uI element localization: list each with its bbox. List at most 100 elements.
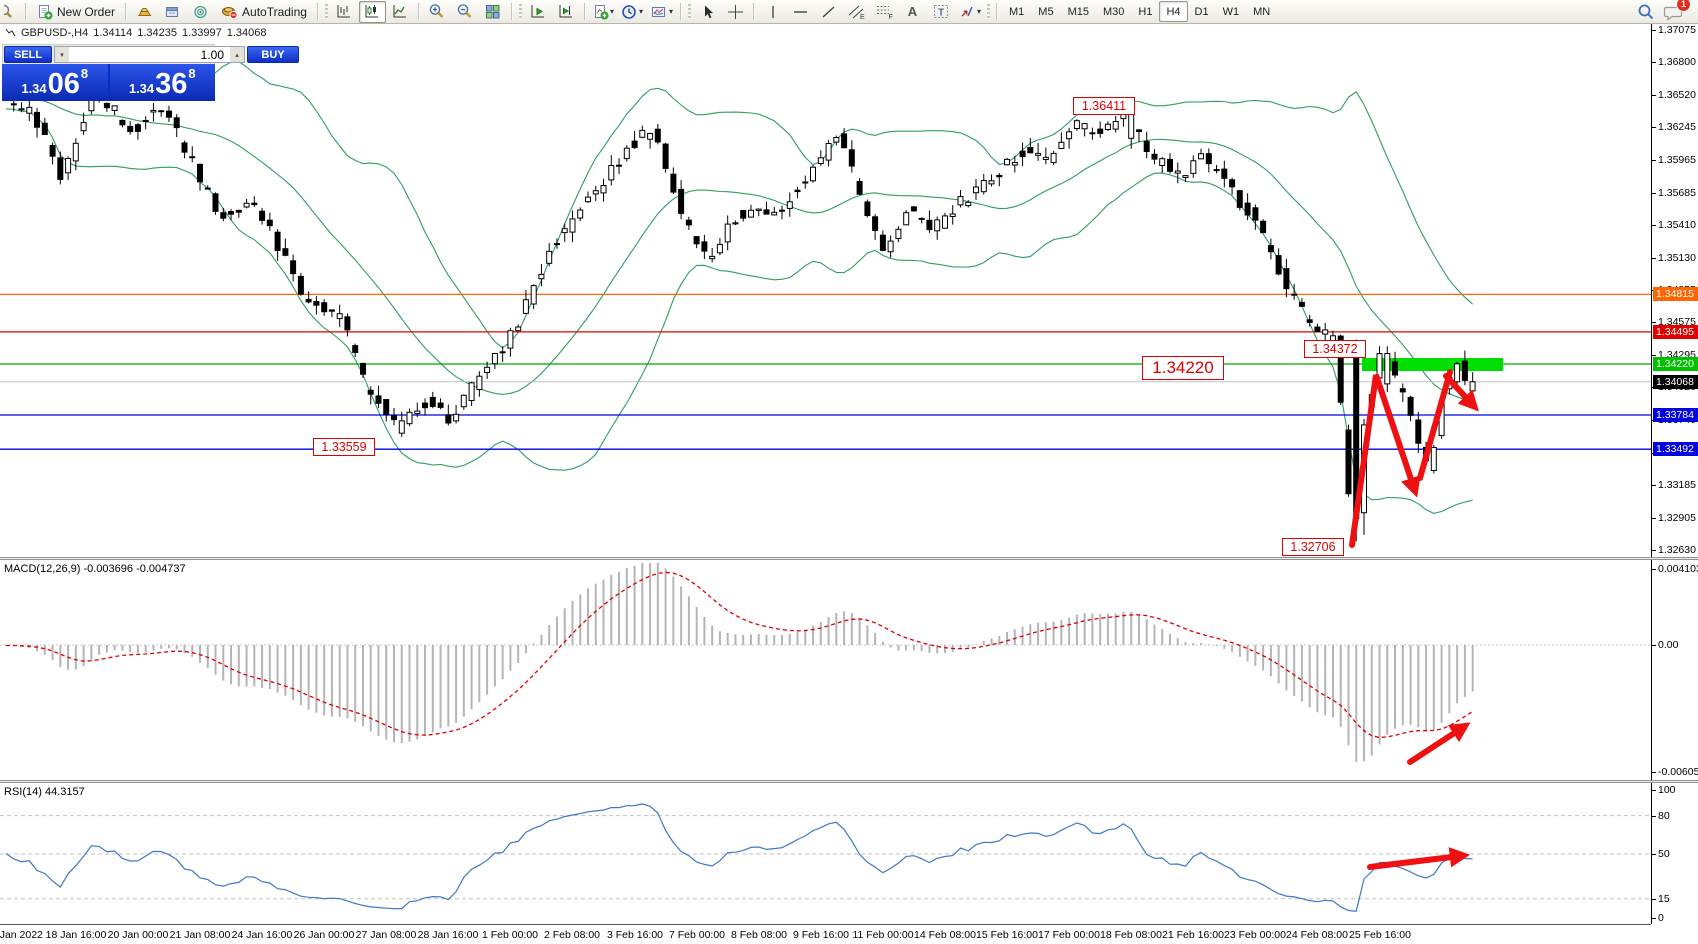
price-axis-tick: 1.35130 <box>1652 252 1698 264</box>
buy-price-pip: 8 <box>188 66 195 81</box>
buy-price-display[interactable]: 1.34368 <box>110 64 216 101</box>
timeframe-button-MN[interactable]: MN <box>1246 1 1277 22</box>
letter-E: E <box>860 14 865 20</box>
price-level-badge: 1.34815 <box>1653 287 1698 301</box>
trend-arrow[interactable] <box>1410 728 1462 762</box>
trendline-button[interactable] <box>815 1 842 23</box>
candlestick-mode-button[interactable] <box>359 1 386 23</box>
trend-arrow[interactable] <box>1352 375 1414 545</box>
chevron-down-icon: ▾ <box>639 7 643 16</box>
chevron-down-icon: ▾ <box>669 7 673 16</box>
crosshair-button[interactable] <box>722 1 749 23</box>
macd-axis[interactable]: 0.004103 0.00 -0.006056 <box>1651 560 1698 780</box>
high-value: 1.34235 <box>137 27 177 39</box>
periods-button[interactable]: ▾ <box>618 1 646 23</box>
gold-ingot-icon[interactable] <box>131 1 158 23</box>
chevron-down-icon: ▾ <box>977 7 981 16</box>
line-chart-mode-button[interactable] <box>387 1 414 23</box>
volume-input[interactable] <box>69 47 230 62</box>
chart-shift-button[interactable] <box>553 1 580 23</box>
vertical-line-button[interactable] <box>759 1 786 23</box>
timeframe-button-D1[interactable]: D1 <box>1188 1 1216 22</box>
bar-chart-mode-button[interactable] <box>331 1 358 23</box>
volume-increase-button[interactable]: ▴ <box>230 47 244 62</box>
cursor-button[interactable] <box>694 1 721 23</box>
timeframe-button-H4[interactable]: H4 <box>1159 1 1187 22</box>
autotrading-icon <box>221 4 238 20</box>
autoscroll-button[interactable] <box>525 1 552 23</box>
macd-axis-tick: 0.004103 <box>1652 563 1698 575</box>
text-button[interactable]: A <box>899 1 926 23</box>
rsi-axis[interactable]: 1008050150 <box>1651 783 1698 924</box>
zoom-out-button[interactable] <box>452 1 479 23</box>
macd-label: MACD(12,26,9) -0.003696 -0.004737 <box>4 563 186 575</box>
autotrading-button[interactable]: AutoTrading <box>215 1 313 23</box>
time-axis[interactable]: 17 Jan 202218 Jan 16:0020 Jan 00:0021 Ja… <box>0 924 1651 944</box>
volume-decrease-button[interactable]: ▾ <box>55 47 69 62</box>
timeframe-button-H1[interactable]: H1 <box>1131 1 1159 22</box>
chart-icon <box>5 28 16 39</box>
macd-axis-tick: 0.00 <box>1652 639 1698 651</box>
macd-histogram <box>6 563 1473 762</box>
macd-panel[interactable] <box>0 560 1651 780</box>
new-order-label: New Order <box>57 5 115 19</box>
price-axis[interactable]: 1.370751.368001.365201.362451.359651.356… <box>1651 24 1698 557</box>
timeframe-button-W1[interactable]: W1 <box>1216 1 1247 22</box>
data-window-icon[interactable] <box>159 1 186 23</box>
equidistant-channel-button[interactable]: E <box>843 1 870 23</box>
price-axis-tick: 1.35965 <box>1652 154 1698 166</box>
price-axis-tick: 1.36800 <box>1652 56 1698 68</box>
rsi-line <box>6 804 1473 911</box>
search-button[interactable] <box>1632 1 1659 23</box>
text-label-button[interactable]: T <box>927 1 954 23</box>
signal-icon[interactable] <box>187 1 214 23</box>
chart-ohlc-header: GBPUSD-,H4 1.34114 1.34235 1.33997 1.340… <box>5 27 267 39</box>
macd-axis-tick: -0.006056 <box>1652 766 1698 778</box>
buy-button[interactable]: BUY <box>247 46 299 63</box>
letter-F: F <box>889 14 893 20</box>
triangle-down-icon: ▾ <box>60 51 64 59</box>
rsi-label: RSI(14) 44.3157 <box>4 786 85 798</box>
timeframe-button-M1[interactable]: M1 <box>1002 1 1031 22</box>
close-value: 1.34068 <box>227 27 267 39</box>
price-chart[interactable] <box>0 24 1651 557</box>
tile-windows-button[interactable] <box>480 1 507 23</box>
sell-button[interactable]: SELL <box>4 46 52 63</box>
zoom-in-button[interactable] <box>424 1 451 23</box>
timeframe-button-M30[interactable]: M30 <box>1096 1 1131 22</box>
timeframe-button-M15[interactable]: M15 <box>1061 1 1096 22</box>
price-axis-tick: 1.36520 <box>1652 89 1698 101</box>
candles <box>4 77 1476 541</box>
symbol-period-label: GBPUSD-,H4 <box>21 27 88 39</box>
rsi-panel[interactable] <box>0 783 1651 924</box>
rsi-axis-tick: 80 <box>1652 810 1698 822</box>
highlight-zone[interactable] <box>1362 358 1503 371</box>
sell-price-main: 06 <box>48 70 80 99</box>
rsi-axis-tick: 0 <box>1652 912 1698 924</box>
open-value: 1.34114 <box>93 27 132 39</box>
add-indicator-button[interactable]: ▾ <box>590 1 617 23</box>
trend-arrow[interactable] <box>1370 856 1460 867</box>
timeframe-toolbar: M1M5M15M30H1H4D1W1MN <box>1002 1 1277 22</box>
price-level-badge: 1.34220 <box>1653 357 1698 371</box>
main-toolbar: New Order AutoTrading ▾ ▾ ▾ E F A <box>0 0 1698 24</box>
templates-button[interactable]: ▾ <box>647 1 676 23</box>
timeframe-button-M5[interactable]: M5 <box>1031 1 1060 22</box>
sell-price-display[interactable]: 1.34068 <box>2 64 108 101</box>
magnifier-partial-icon[interactable] <box>3 1 21 23</box>
horizontal-line-button[interactable] <box>787 1 814 23</box>
one-click-trading-panel: SELL ▾ ▴ BUY 1.34068 1.34368 <box>2 44 215 101</box>
fibonacci-button[interactable]: F <box>871 1 898 23</box>
new-order-icon <box>37 4 53 20</box>
price-axis-tick: 1.32630 <box>1652 544 1698 556</box>
buy-price-prefix: 1.34 <box>129 81 154 96</box>
price-axis-tick: 1.32905 <box>1652 512 1698 524</box>
new-order-button[interactable]: New Order <box>31 1 121 23</box>
rsi-axis-tick: 50 <box>1652 848 1698 860</box>
arrows-button[interactable]: ▾ <box>955 1 984 23</box>
autotrading-label: AutoTrading <box>242 5 307 19</box>
notifications-button[interactable]: 1 <box>1660 1 1687 23</box>
buy-price-main: 36 <box>155 70 187 99</box>
letter-T: T <box>938 8 944 19</box>
sell-price-pip: 8 <box>81 66 88 81</box>
